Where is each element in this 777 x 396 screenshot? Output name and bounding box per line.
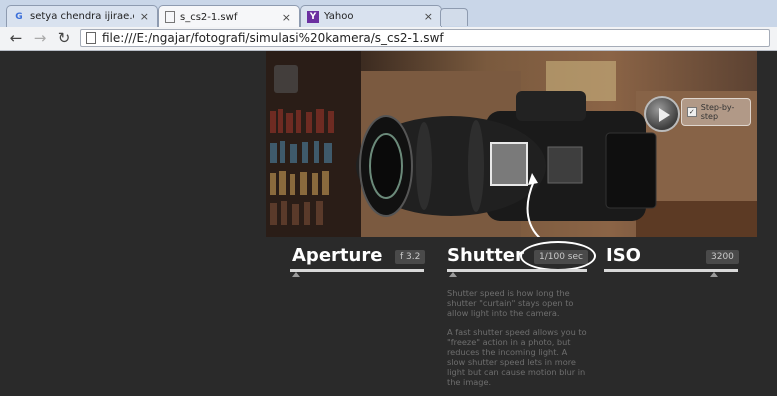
play-button[interactable] xyxy=(644,96,680,132)
tab-yahoo[interactable]: Y Yahoo × xyxy=(300,5,442,27)
iso-slider-handle[interactable] xyxy=(710,272,718,277)
camera-stage[interactable] xyxy=(266,51,757,237)
shutter-description: Shutter speed is how long the shutter "c… xyxy=(447,288,587,396)
shutter-slider[interactable] xyxy=(447,269,587,272)
tab-setya[interactable]: G setya chendra ijirae.com - × xyxy=(6,5,158,27)
shutter-slider-handle[interactable] xyxy=(449,272,457,277)
close-icon[interactable]: × xyxy=(424,10,433,23)
description-paragraph: Shutter speed is how long the shutter "c… xyxy=(447,288,574,318)
aperture-title: Aperture xyxy=(292,245,383,266)
tab-label: Yahoo xyxy=(324,11,354,22)
shutter-highlight-circle xyxy=(520,241,596,271)
forward-icon[interactable]: → xyxy=(30,29,50,48)
iso-title: ISO xyxy=(606,245,641,266)
google-icon: G xyxy=(15,11,23,22)
tab-label: setya chendra ijirae.com - xyxy=(30,11,134,22)
page-icon xyxy=(165,11,175,23)
aperture-slider[interactable] xyxy=(290,269,424,272)
iso-value: 3200 xyxy=(706,250,739,264)
close-icon[interactable]: × xyxy=(140,10,149,23)
shutter-title: Shutter xyxy=(447,245,524,266)
aperture-value: f 3.2 xyxy=(395,250,426,264)
url-text: file:///E:/ngajar/fotografi/simulasi%20k… xyxy=(102,31,444,45)
back-icon[interactable]: ← xyxy=(6,29,26,48)
tab-swf[interactable]: s_cs2-1.swf × xyxy=(158,5,300,28)
reload-icon[interactable]: ↻ xyxy=(54,29,74,48)
close-icon[interactable]: × xyxy=(282,11,291,24)
toolbar: ← → ↻ file:///E:/ngajar/fotografi/simula… xyxy=(0,27,777,51)
checkbox-icon[interactable]: ✓ xyxy=(687,107,697,117)
step-by-step-toggle[interactable]: ✓ Step-by-step xyxy=(681,98,751,126)
yahoo-icon: Y xyxy=(307,10,319,23)
camera-scene xyxy=(266,51,757,237)
description-paragraph: A fast shutter speed allows you to "free… xyxy=(447,327,587,387)
new-tab-button[interactable] xyxy=(440,8,468,26)
page-icon xyxy=(86,32,96,44)
tab-label: s_cs2-1.swf xyxy=(180,11,238,23)
step-label: Step-by-step xyxy=(700,103,735,121)
aperture-slider-handle[interactable] xyxy=(292,272,300,277)
address-bar[interactable]: file:///E:/ngajar/fotografi/simulasi%20k… xyxy=(80,29,770,47)
tab-strip: G setya chendra ijirae.com - × s_cs2-1.s… xyxy=(0,0,777,28)
